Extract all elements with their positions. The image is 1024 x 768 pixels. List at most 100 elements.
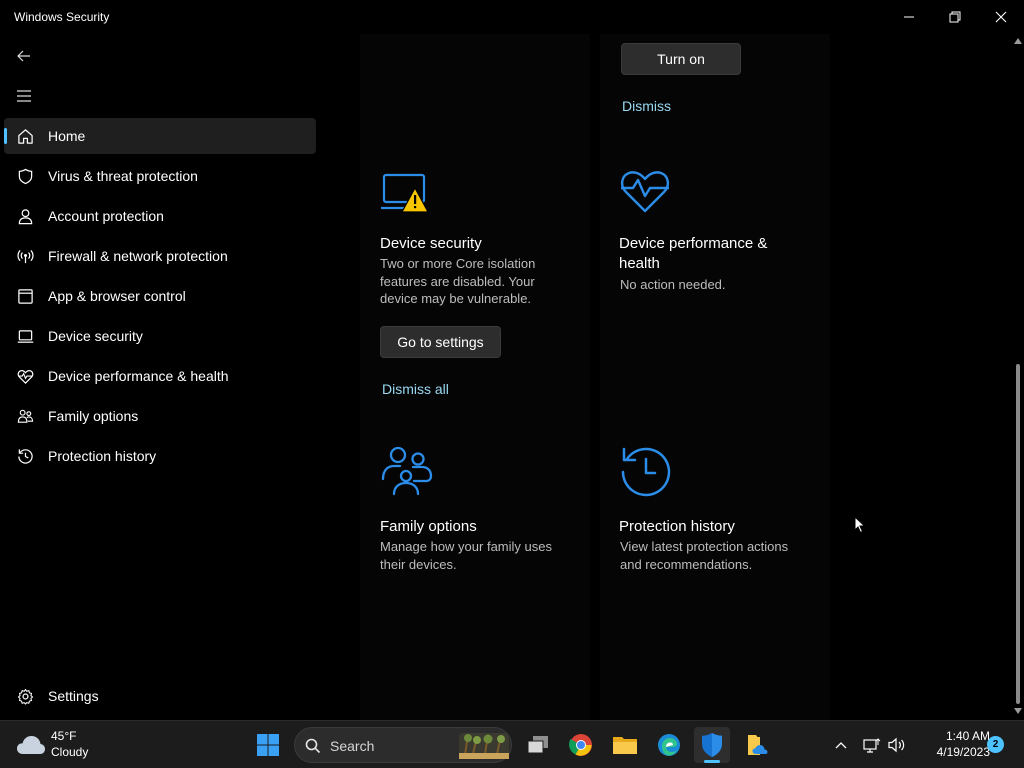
main-content: Turn on Dismiss Device security Two or m… bbox=[320, 34, 1012, 720]
family-icon bbox=[16, 407, 34, 425]
protection-history-desc-line-2: and recommendations. bbox=[620, 556, 753, 572]
restore-icon bbox=[949, 11, 961, 23]
volume-button[interactable] bbox=[882, 727, 912, 763]
device-performance-desc: No action needed. bbox=[620, 277, 726, 292]
security-shield-icon bbox=[702, 733, 722, 757]
person-icon bbox=[16, 207, 34, 225]
window-title: Windows Security bbox=[14, 10, 110, 24]
task-view-button[interactable] bbox=[520, 727, 556, 763]
scrollbar[interactable] bbox=[1012, 34, 1024, 720]
restore-button[interactable] bbox=[932, 0, 978, 34]
card-column-left bbox=[360, 34, 590, 720]
sidebar-item-app-browser[interactable]: App & browser control bbox=[4, 278, 316, 314]
menu-button[interactable] bbox=[12, 84, 36, 108]
weather-condition: Cloudy bbox=[51, 745, 89, 759]
edge-icon bbox=[658, 734, 680, 756]
search-highlight-icon bbox=[459, 733, 509, 759]
sidebar: Home Virus & threat protection Account p… bbox=[0, 34, 320, 720]
sidebar-item-label: App & browser control bbox=[48, 288, 186, 304]
taskbar-search[interactable]: Search bbox=[294, 727, 512, 763]
go-to-settings-button[interactable]: Go to settings bbox=[380, 326, 501, 358]
close-icon bbox=[995, 11, 1007, 23]
clock-time: 1:40 AM bbox=[945, 729, 990, 743]
history-icon bbox=[621, 447, 671, 497]
scroll-up-arrow-icon[interactable] bbox=[1014, 36, 1022, 46]
sidebar-item-label: Device performance & health bbox=[48, 368, 229, 384]
start-button[interactable] bbox=[250, 727, 286, 763]
back-arrow-icon bbox=[17, 50, 30, 62]
device-performance-title-line-2: health bbox=[619, 255, 660, 272]
sidebar-item-family[interactable]: Family options bbox=[4, 398, 316, 434]
sidebar-item-account[interactable]: Account protection bbox=[4, 198, 316, 234]
device-security-desc-line-1: Two or more Core isolation bbox=[380, 256, 536, 271]
active-app-indicator bbox=[704, 760, 720, 763]
speaker-icon bbox=[888, 737, 905, 753]
windows-logo-icon bbox=[257, 734, 279, 756]
onedrive-folder-taskbar-button[interactable] bbox=[739, 727, 775, 763]
sidebar-item-label: Protection history bbox=[48, 448, 157, 464]
laptop-warning-icon bbox=[381, 173, 429, 213]
sidebar-item-settings[interactable]: Settings bbox=[4, 678, 316, 714]
notification-badge[interactable]: 2 bbox=[987, 736, 1004, 753]
search-icon bbox=[305, 738, 321, 754]
device-security-desc-line-2: features are disabled. Your bbox=[380, 273, 535, 289]
history-icon bbox=[16, 447, 34, 465]
device-security-desc-line-3: device may be vulnerable. bbox=[380, 291, 532, 306]
gear-icon bbox=[16, 687, 34, 705]
heart-pulse-icon bbox=[16, 367, 34, 385]
family-icon bbox=[381, 446, 433, 496]
weather-widget[interactable]: 45°F Cloudy bbox=[14, 727, 134, 763]
show-hidden-icons-button[interactable] bbox=[823, 727, 859, 763]
device-performance-title-line-1: Device performance & bbox=[619, 235, 768, 252]
mouse-cursor-icon bbox=[854, 516, 866, 534]
back-button[interactable] bbox=[12, 44, 36, 68]
device-security-title: Device security bbox=[380, 235, 482, 252]
shield-icon bbox=[16, 167, 34, 185]
dismiss-all-link[interactable]: Dismiss all bbox=[382, 381, 449, 397]
network-icon bbox=[863, 738, 881, 753]
minimize-icon bbox=[904, 16, 914, 18]
sidebar-item-label: Account protection bbox=[48, 208, 164, 224]
title-bar: Windows Security bbox=[0, 0, 1024, 34]
settings-label: Settings bbox=[48, 688, 99, 704]
search-label: Search bbox=[330, 738, 375, 754]
weather-temp: 45°F bbox=[51, 729, 77, 743]
sidebar-item-virus-threat[interactable]: Virus & threat protection bbox=[4, 158, 316, 194]
family-options-desc-line-2: their devices. bbox=[380, 556, 457, 572]
file-explorer-taskbar-button[interactable] bbox=[607, 727, 643, 763]
sidebar-item-device-performance[interactable]: Device performance & health bbox=[4, 358, 316, 394]
clock-date: 4/19/2023 bbox=[936, 745, 990, 759]
task-view-icon bbox=[527, 736, 548, 754]
heart-pulse-icon bbox=[621, 171, 669, 213]
scroll-thumb[interactable] bbox=[1016, 364, 1020, 704]
antenna-icon bbox=[16, 247, 34, 265]
family-options-title: Family options bbox=[380, 518, 477, 535]
sidebar-item-label: Device security bbox=[48, 328, 143, 344]
dismiss-link[interactable]: Dismiss bbox=[622, 98, 671, 114]
windows-security-taskbar-button[interactable] bbox=[694, 727, 730, 763]
hamburger-icon bbox=[17, 90, 31, 102]
sidebar-item-protection-history[interactable]: Protection history bbox=[4, 438, 316, 474]
turn-on-button[interactable]: Turn on bbox=[621, 43, 741, 75]
close-button[interactable] bbox=[978, 0, 1024, 34]
sidebar-item-label: Virus & threat protection bbox=[48, 168, 198, 184]
chevron-up-icon bbox=[835, 742, 847, 749]
sidebar-item-label: Firewall & network protection bbox=[48, 248, 228, 264]
edge-taskbar-button[interactable] bbox=[651, 727, 687, 763]
sidebar-item-label: Family options bbox=[48, 408, 139, 424]
minimize-button[interactable] bbox=[886, 0, 932, 34]
protection-history-title: Protection history bbox=[619, 518, 735, 535]
folder-cloud-icon bbox=[748, 735, 768, 755]
family-options-desc-line-1: Manage how your family uses bbox=[380, 539, 552, 554]
system-clock[interactable]: 1:40 AM 4/19/2023 bbox=[910, 728, 990, 760]
scroll-down-arrow-icon[interactable] bbox=[1014, 706, 1022, 716]
laptop-icon bbox=[16, 327, 34, 345]
cloud-icon bbox=[17, 736, 45, 754]
sidebar-item-home[interactable]: Home bbox=[4, 118, 316, 154]
chrome-taskbar-button[interactable] bbox=[563, 727, 599, 763]
card-column-right bbox=[600, 34, 830, 720]
sidebar-item-firewall[interactable]: Firewall & network protection bbox=[4, 238, 316, 274]
home-icon bbox=[16, 127, 34, 145]
window-icon bbox=[16, 287, 34, 305]
sidebar-item-device-security[interactable]: Device security bbox=[4, 318, 316, 354]
